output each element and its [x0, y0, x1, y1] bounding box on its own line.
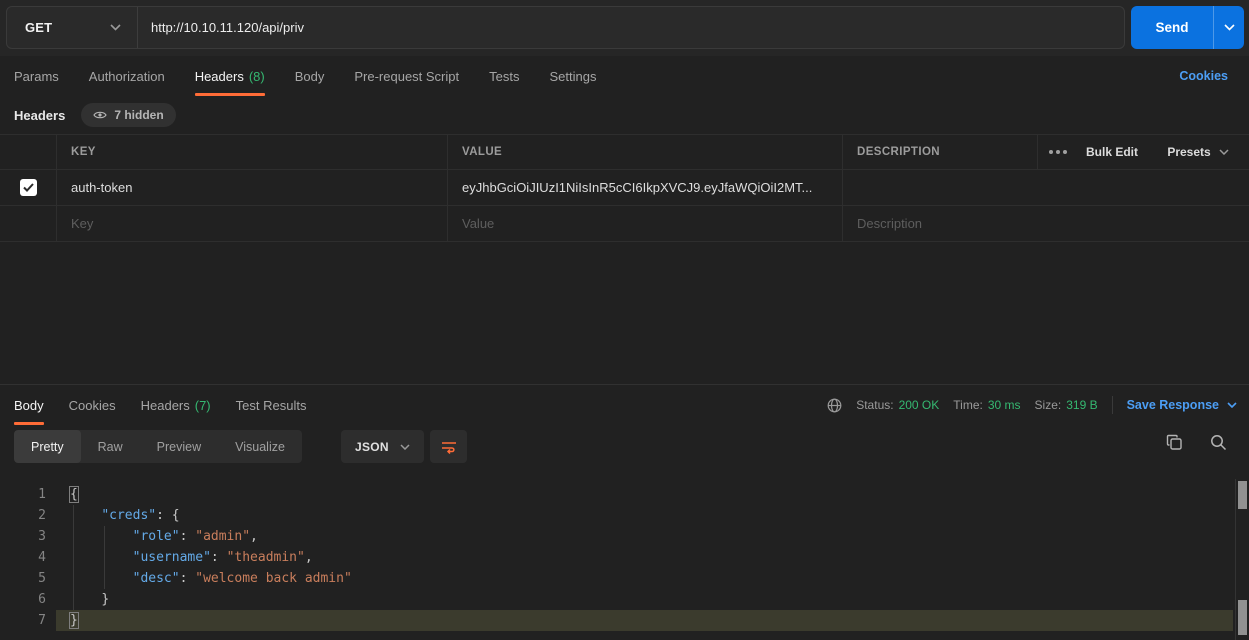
bulk-edit-button[interactable]: Bulk Edit	[1077, 135, 1147, 169]
size-label: Size:	[1035, 398, 1062, 412]
postman-window: GET http://10.10.11.120/api/priv Send Pa…	[0, 0, 1249, 640]
view-mode-switcher: Pretty Raw Preview Visualize	[14, 430, 302, 463]
code-line: 5 "desc": "welcome back admin"	[0, 568, 1249, 589]
response-headers-count: (7)	[195, 398, 211, 413]
line-number: 6	[0, 589, 56, 610]
method-label: GET	[25, 20, 52, 35]
headers-table: KEY VALUE DESCRIPTION Bulk Edit Presets …	[0, 134, 1249, 242]
divider	[1112, 396, 1113, 414]
chevron-down-icon	[110, 24, 121, 31]
code-line: 4 "username": "theadmin",	[0, 547, 1249, 568]
column-header-description: DESCRIPTION	[857, 146, 940, 158]
copy-icon[interactable]	[1166, 434, 1183, 456]
chevron-down-icon	[1224, 24, 1235, 31]
tab-params[interactable]: Params	[14, 56, 59, 96]
response-tabs: Body Cookies Headers (7) Test Results St…	[0, 385, 1249, 425]
headers-count: (8)	[249, 69, 265, 84]
response-tab-headers[interactable]: Headers (7)	[141, 385, 211, 425]
status-label: Status:	[856, 398, 893, 412]
line-number: 7	[0, 610, 56, 631]
chevron-down-icon	[1227, 402, 1237, 408]
code-line-active: 7 }	[0, 610, 1249, 631]
tab-headers[interactable]: Headers (8)	[195, 56, 265, 96]
language-dropdown[interactable]: JSON	[341, 430, 424, 463]
method-dropdown[interactable]: GET	[7, 7, 138, 48]
response-panel: Body Cookies Headers (7) Test Results St…	[0, 384, 1249, 640]
time-label: Time:	[953, 398, 983, 412]
response-tab-test-results[interactable]: Test Results	[236, 385, 307, 425]
code-line: 2 "creds": {	[0, 505, 1249, 526]
url-input[interactable]: http://10.10.11.120/api/priv	[138, 7, 1124, 48]
scrollbar-thumb[interactable]	[1238, 481, 1247, 509]
search-icon[interactable]	[1210, 434, 1227, 456]
size-value: 319 B	[1066, 398, 1097, 412]
tab-body[interactable]: Body	[295, 56, 325, 96]
line-number: 1	[0, 484, 56, 505]
request-url-control: GET http://10.10.11.120/api/priv	[6, 6, 1125, 49]
wrap-lines-icon	[441, 440, 457, 454]
check-icon	[23, 183, 34, 192]
presets-dropdown[interactable]: Presets	[1147, 135, 1249, 169]
line-number: 3	[0, 526, 56, 547]
code-line: 3 "role": "admin",	[0, 526, 1249, 547]
send-options-button[interactable]	[1213, 6, 1244, 49]
code-line: 1 {	[0, 484, 1249, 505]
eye-icon	[93, 110, 107, 120]
select-column-header	[0, 135, 56, 169]
line-number: 2	[0, 505, 56, 526]
line-number: 5	[0, 568, 56, 589]
send-split-button: Send	[1131, 6, 1244, 49]
indent-guide	[104, 526, 105, 589]
response-body-viewer: 1 { 2 "creds": { 3 "role": "admin", 4 "u…	[0, 479, 1249, 640]
table-row: auth-token eyJhbGciOiJIUzI1NiIsInR5cCI6I…	[0, 170, 1249, 206]
response-tab-cookies[interactable]: Cookies	[69, 385, 116, 425]
scrollbar-track[interactable]	[1235, 479, 1249, 640]
column-header-key: KEY	[71, 146, 96, 158]
table-placeholder-row: Key Value Description	[0, 206, 1249, 242]
send-button[interactable]: Send	[1131, 6, 1213, 49]
save-response-button[interactable]: Save Response	[1127, 398, 1237, 412]
line-number: 4	[0, 547, 56, 568]
chevron-down-icon	[400, 444, 410, 450]
header-value-cell[interactable]: eyJhbGciOiJIUzI1NiIsInR5cCI6IkpXVCJ9.eyJ…	[462, 180, 812, 195]
response-meta: Status: 200 OK Time: 30 ms Size: 319 B S…	[827, 385, 1237, 425]
hidden-headers-label: 7 hidden	[114, 108, 163, 122]
description-placeholder[interactable]: Description	[857, 216, 922, 231]
view-tab-preview[interactable]: Preview	[140, 430, 218, 463]
hidden-headers-toggle[interactable]: 7 hidden	[81, 103, 175, 127]
cookies-link[interactable]: Cookies	[1179, 56, 1228, 96]
time-value: 30 ms	[988, 398, 1021, 412]
headers-panel-title: Headers	[14, 108, 65, 123]
key-placeholder[interactable]: Key	[71, 216, 93, 231]
response-tab-body[interactable]: Body	[14, 385, 44, 425]
wrap-lines-button[interactable]	[430, 430, 467, 463]
more-options-icon[interactable]	[1037, 135, 1077, 169]
response-toolbar: Pretty Raw Preview Visualize JSON	[0, 425, 1249, 469]
tab-settings[interactable]: Settings	[549, 56, 596, 96]
tab-authorization[interactable]: Authorization	[89, 56, 165, 96]
column-header-value: VALUE	[462, 146, 502, 158]
view-tab-raw[interactable]: Raw	[81, 430, 140, 463]
globe-icon[interactable]	[827, 398, 842, 413]
tab-pre-request-script[interactable]: Pre-request Script	[354, 56, 459, 96]
chevron-down-icon	[1219, 149, 1229, 155]
request-bar: GET http://10.10.11.120/api/priv Send	[0, 0, 1249, 56]
scrollbar-thumb[interactable]	[1238, 600, 1247, 635]
table-header-row: KEY VALUE DESCRIPTION Bulk Edit Presets	[0, 134, 1249, 170]
tab-tests[interactable]: Tests	[489, 56, 519, 96]
header-key-cell[interactable]: auth-token	[71, 180, 132, 195]
value-placeholder[interactable]: Value	[462, 216, 494, 231]
view-tab-pretty[interactable]: Pretty	[14, 430, 81, 463]
view-tab-visualize[interactable]: Visualize	[218, 430, 302, 463]
indent-guide	[73, 505, 74, 610]
request-tabs: Params Authorization Headers (8) Body Pr…	[0, 56, 1249, 96]
status-value: 200 OK	[899, 398, 940, 412]
code-line: 6 }	[0, 589, 1249, 610]
headers-panel-header: Headers 7 hidden	[0, 96, 1249, 134]
row-checkbox[interactable]	[20, 179, 37, 196]
